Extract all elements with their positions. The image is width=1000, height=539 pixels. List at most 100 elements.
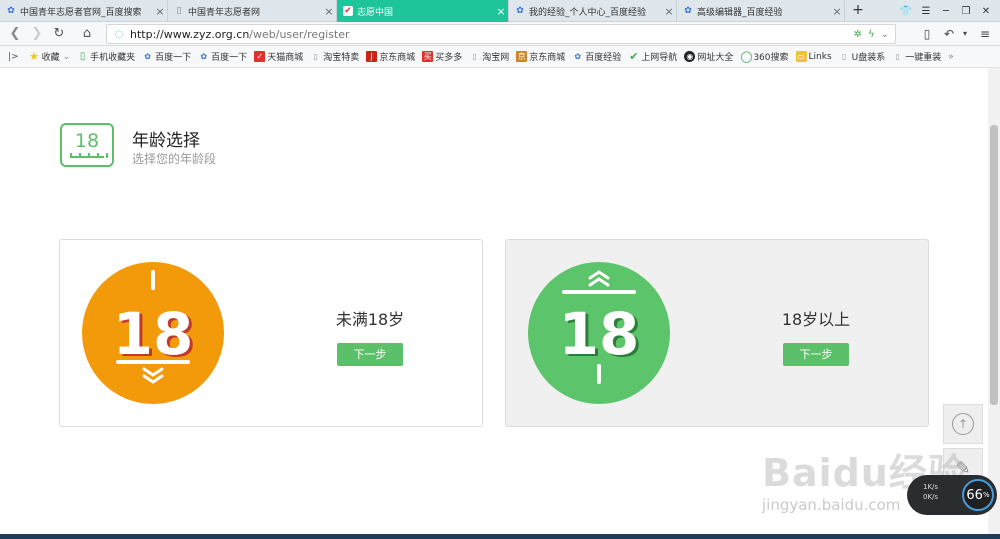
bookmark-taobao-sale[interactable]: ▯ 淘宝特卖 bbox=[310, 50, 360, 63]
reader-icon[interactable]: ▯ bbox=[918, 25, 936, 43]
speed-readout: 1K/s 0K/s bbox=[923, 482, 938, 502]
paw-icon: ✿ bbox=[144, 52, 151, 61]
bookmark-sites[interactable]: ◉ 网址大全 bbox=[684, 50, 733, 63]
tmall-icon: ✓ bbox=[254, 51, 266, 62]
close-icon[interactable]: × bbox=[153, 5, 167, 18]
bookmark-jd-2[interactable]: 京 京东商城 bbox=[516, 50, 565, 63]
menu-icon[interactable]: ☰ bbox=[916, 6, 936, 17]
svg-text:18: 18 bbox=[559, 300, 640, 368]
close-window-icon[interactable]: ✕ bbox=[976, 6, 996, 17]
url-host: http://www.zyz.org.cn bbox=[130, 27, 250, 41]
minimize-icon[interactable]: ─ bbox=[936, 6, 956, 17]
security-icon[interactable]: ✲ bbox=[854, 29, 862, 40]
bookmark-reinstall[interactable]: ▯ 一键重装 bbox=[892, 50, 942, 63]
age-ruler-icon: 18 bbox=[60, 123, 114, 167]
download-speed: 0K/s bbox=[923, 493, 939, 501]
close-icon[interactable]: × bbox=[494, 5, 508, 18]
tab-bar: ✿ 中国青年志愿者官网_百度搜索 × ▯ 中国青年志愿者网 × ✔ 志愿中国 ×… bbox=[0, 0, 1000, 22]
bookmark-label: 收藏 bbox=[41, 53, 60, 63]
bookmark-favorites[interactable]: ★ 收藏 ⌄ bbox=[29, 50, 71, 63]
close-icon[interactable]: × bbox=[830, 5, 844, 18]
check-icon: ✔ bbox=[629, 50, 639, 63]
bookmark-label: 京东商城 bbox=[379, 53, 416, 63]
refresh-icon[interactable]: ↻ bbox=[50, 25, 68, 43]
tab-title: 志愿中国 bbox=[357, 7, 394, 18]
more-bookmarks-icon[interactable]: » bbox=[948, 52, 954, 62]
main-menu-icon[interactable]: ≡ bbox=[976, 25, 994, 43]
back-to-top-button[interactable]: ↑ bbox=[943, 404, 983, 444]
bookmark-baidu-jingyan[interactable]: ✿ 百度经验 bbox=[572, 50, 621, 63]
network-speed-widget[interactable]: 1K/s 0K/s 66% bbox=[907, 475, 997, 515]
bookmark-baidu-2[interactable]: ✿ 百度一下 bbox=[198, 50, 247, 63]
tab-editor[interactable]: ✿ 高级编辑器_百度经验 × bbox=[677, 0, 845, 22]
chevron-down-icon: ⌄ bbox=[62, 51, 71, 62]
bookmark-nav[interactable]: ✔ 上网导航 bbox=[628, 50, 677, 63]
watermark-url: jingyan.baidu.com bbox=[762, 496, 901, 514]
tab-baidu-search[interactable]: ✿ 中国青年志愿者官网_百度搜索 × bbox=[0, 0, 168, 22]
percent-unit: % bbox=[982, 491, 990, 499]
over-18-next-button[interactable]: 下一步 bbox=[783, 343, 849, 366]
page-icon: ▯ bbox=[472, 52, 477, 61]
back-icon[interactable]: ❮ bbox=[6, 25, 24, 43]
sidebar-toggle-icon[interactable]: |> bbox=[8, 52, 19, 62]
percent-value: 66 bbox=[966, 487, 983, 503]
tab-title: 高级编辑器_百度经验 bbox=[697, 7, 783, 18]
close-icon[interactable]: × bbox=[662, 5, 676, 18]
svg-text:18: 18 bbox=[113, 300, 194, 368]
bookmark-label: 360搜索 bbox=[753, 53, 789, 63]
over-18-badge: 18 18 bbox=[528, 262, 670, 404]
bookmark-label: 买多多 bbox=[435, 53, 463, 63]
under-18-next-button[interactable]: 下一步 bbox=[337, 343, 403, 366]
shirt-icon[interactable]: 👕 bbox=[896, 6, 916, 17]
age-card-18-plus[interactable]: 18 18 18岁以上 下一步 bbox=[505, 239, 929, 427]
bookmark-label: 百度一下 bbox=[155, 53, 192, 63]
restore-icon[interactable]: ❐ bbox=[956, 6, 976, 17]
under-18-label: 未满18岁 bbox=[335, 310, 405, 329]
ruler-line bbox=[70, 153, 108, 158]
bookmark-tmall[interactable]: ✓ 天猫商城 bbox=[254, 50, 303, 63]
tab-my-experience[interactable]: ✿ 我的经验_个人中心_百度经验 × bbox=[509, 0, 677, 22]
tab-volunteer-net[interactable]: ▯ 中国青年志愿者网 × bbox=[168, 0, 337, 22]
tab-title: 中国青年志愿者网 bbox=[188, 7, 261, 18]
paw-icon: ✿ bbox=[684, 6, 692, 16]
age-icon-number: 18 bbox=[74, 130, 100, 152]
bookmark-360[interactable]: ◯ 360搜索 bbox=[740, 50, 788, 63]
bookmark-taobao[interactable]: ▯ 淘宝网 bbox=[469, 50, 510, 63]
bookmark-label: 一键重装 bbox=[905, 53, 942, 63]
tab-title: 中国青年志愿者官网_百度搜索 bbox=[20, 7, 142, 18]
age-card-under-18[interactable]: 18 18 未满18岁 下一步 bbox=[59, 239, 483, 427]
bookmark-label: 百度一下 bbox=[211, 53, 248, 63]
lightning-icon[interactable]: ϟ bbox=[868, 29, 875, 40]
bookmark-baidu-1[interactable]: ✿ 百度一下 bbox=[142, 50, 191, 63]
forward-icon[interactable]: ❯ bbox=[28, 25, 46, 43]
bookmark-mobile[interactable]: ▯ 手机收藏夹 bbox=[77, 50, 135, 63]
bookmark-usb[interactable]: ▯ U盘装系 bbox=[839, 50, 885, 63]
page-icon: ▯ bbox=[895, 52, 900, 61]
paw-icon: ✿ bbox=[7, 6, 15, 16]
page-title: 年龄选择 bbox=[132, 131, 200, 151]
page-icon: ▯ bbox=[313, 52, 318, 61]
paw-icon: ✿ bbox=[516, 6, 524, 16]
under-18-icon: 18 18 bbox=[113, 270, 196, 384]
new-tab-button[interactable]: + bbox=[850, 0, 866, 22]
heart-check-icon: ✔ bbox=[343, 6, 353, 16]
bookmark-jd[interactable]: J 京东商城 bbox=[366, 50, 415, 63]
chevron-down-icon[interactable]: ▾ bbox=[956, 25, 974, 43]
bookmark-links[interactable]: ▭ Links bbox=[795, 51, 832, 62]
paw-icon: ✿ bbox=[200, 52, 208, 61]
star-icon: ★ bbox=[29, 50, 40, 63]
close-icon[interactable]: × bbox=[322, 5, 336, 18]
folder-icon: ▭ bbox=[795, 51, 807, 62]
globe-icon: ◉ bbox=[684, 51, 696, 62]
scrollbar-thumb[interactable] bbox=[990, 125, 998, 405]
url-input[interactable]: ◌ http://www.zyz.org.cn /web/user/regist… bbox=[106, 24, 896, 44]
tab-volunteer-china[interactable]: ✔ 志愿中国 × bbox=[337, 0, 509, 22]
phone-icon: ▯ bbox=[79, 51, 86, 62]
circle-icon: ◯ bbox=[740, 50, 753, 63]
bookmark-label: 淘宝特卖 bbox=[323, 53, 360, 63]
home-icon[interactable]: ⌂ bbox=[78, 25, 96, 43]
bookmarks-bar: |> ★ 收藏 ⌄ ▯ 手机收藏夹 ✿ 百度一下 ✿ 百度一下 ✓ 天猫商城 ▯ … bbox=[0, 46, 1000, 68]
chevron-down-icon[interactable]: ⌄ bbox=[881, 29, 889, 40]
bookmark-maiduoduo[interactable]: 买 买多多 bbox=[422, 50, 462, 63]
url-actions: ✲ ϟ ⌄ bbox=[854, 25, 889, 43]
